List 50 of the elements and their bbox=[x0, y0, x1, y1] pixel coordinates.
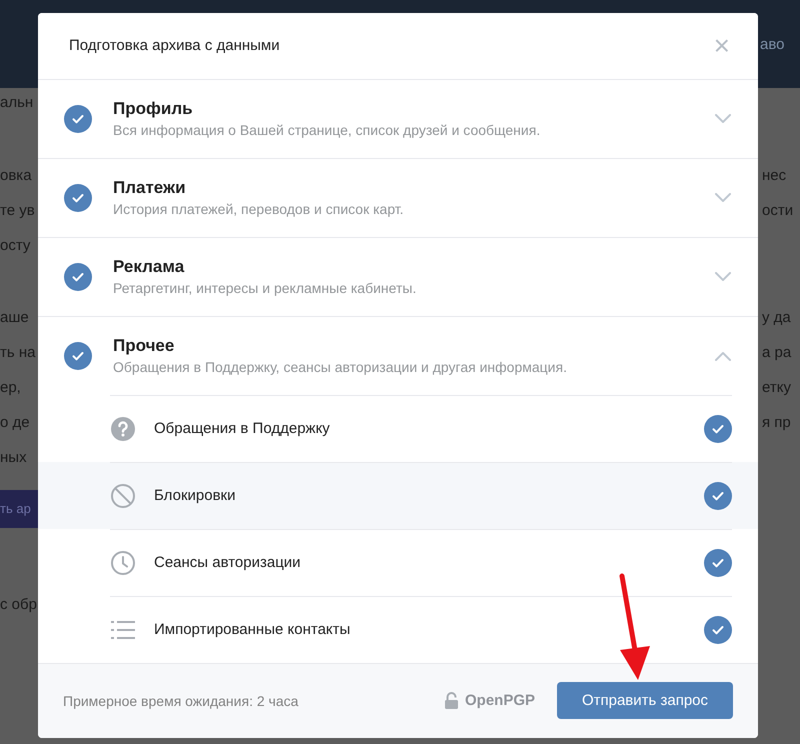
checkbox[interactable] bbox=[704, 482, 732, 510]
page-text: ости bbox=[762, 202, 794, 219]
section-title: Реклама bbox=[113, 257, 186, 278]
page-text: нес bbox=[762, 167, 786, 184]
section-description: Ретаргетинг, интересы и рекламные кабинеты. bbox=[113, 280, 418, 296]
page-text: те ув bbox=[0, 202, 35, 219]
wait-time-text: Примерное время ожидания: 2 часа bbox=[63, 692, 300, 709]
section-title: Платежи bbox=[113, 178, 187, 198]
page-text: етку bbox=[762, 379, 791, 396]
question-icon bbox=[110, 416, 136, 442]
page-text: аше bbox=[0, 309, 29, 326]
option-label: Блокировки bbox=[154, 487, 236, 504]
checkbox[interactable] bbox=[64, 342, 92, 370]
checkbox[interactable] bbox=[704, 414, 732, 443]
dialog-title: Подготовка архива с данными bbox=[69, 37, 280, 54]
page-text: ных bbox=[0, 449, 27, 466]
section-title: Прочее bbox=[113, 336, 176, 356]
option-row[interactable]: Блокировки bbox=[38, 462, 758, 529]
clock-icon bbox=[110, 550, 136, 576]
checkbox[interactable] bbox=[704, 616, 732, 644]
page-text: с обр bbox=[0, 596, 37, 613]
list-icon bbox=[110, 618, 136, 641]
checkbox[interactable] bbox=[704, 548, 732, 577]
option-row[interactable]: Сеансы авторизации bbox=[110, 528, 732, 596]
checkbox[interactable] bbox=[64, 184, 92, 212]
page-text: альн bbox=[0, 94, 34, 111]
section-description: Обращения в Поддержку, сеансы авторизации и другая информация. bbox=[113, 359, 568, 376]
checkbox[interactable] bbox=[64, 104, 92, 133]
page-text: о де bbox=[0, 414, 30, 431]
option-label: Сеансы авторизации bbox=[154, 554, 302, 572]
openpgp-link[interactable]: OpenPGP bbox=[464, 692, 535, 710]
header-link[interactable]: аво bbox=[760, 36, 784, 52]
page-text: овка bbox=[0, 167, 32, 184]
page-text: у да bbox=[762, 309, 791, 326]
padlock-icon bbox=[444, 692, 459, 710]
page-text: а ра bbox=[762, 344, 792, 361]
page-button[interactable]: ть ар bbox=[0, 490, 38, 528]
page-text: осту bbox=[0, 237, 30, 254]
section-title: Профиль bbox=[113, 99, 194, 120]
submit-button[interactable]: Отправить запрос bbox=[557, 682, 733, 720]
prohibited-icon bbox=[110, 482, 136, 509]
page-text: я пр bbox=[762, 414, 791, 431]
section-description: История платежей, переводов и список карт. bbox=[113, 201, 405, 218]
section-description: Вся информация о Вашей странице, список друзей и сообщения. bbox=[113, 122, 542, 138]
page-text: ть на bbox=[0, 344, 36, 361]
page-text: ер, bbox=[0, 379, 21, 396]
option-label: Обращения в Поддержку bbox=[154, 420, 331, 438]
option-label: Импортированные контакты bbox=[154, 621, 352, 638]
checkbox[interactable] bbox=[64, 262, 92, 291]
option-row[interactable]: Обращения в Поддержку bbox=[110, 394, 732, 462]
